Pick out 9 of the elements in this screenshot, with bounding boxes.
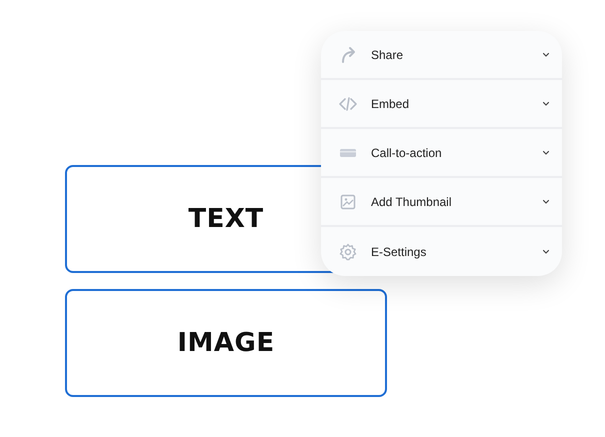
- menu-item[interactable]: Share: [321, 31, 562, 80]
- share-icon: [339, 46, 357, 64]
- image-icon: [339, 192, 357, 210]
- menu-item[interactable]: Call-to-action: [321, 129, 562, 178]
- settings-icon: [339, 242, 357, 260]
- menu-item[interactable]: Add Thumbnail: [321, 178, 562, 227]
- code-icon: [339, 94, 357, 112]
- menu-item[interactable]: Embed: [321, 80, 562, 129]
- content-block[interactable]: IMAGE: [65, 289, 387, 397]
